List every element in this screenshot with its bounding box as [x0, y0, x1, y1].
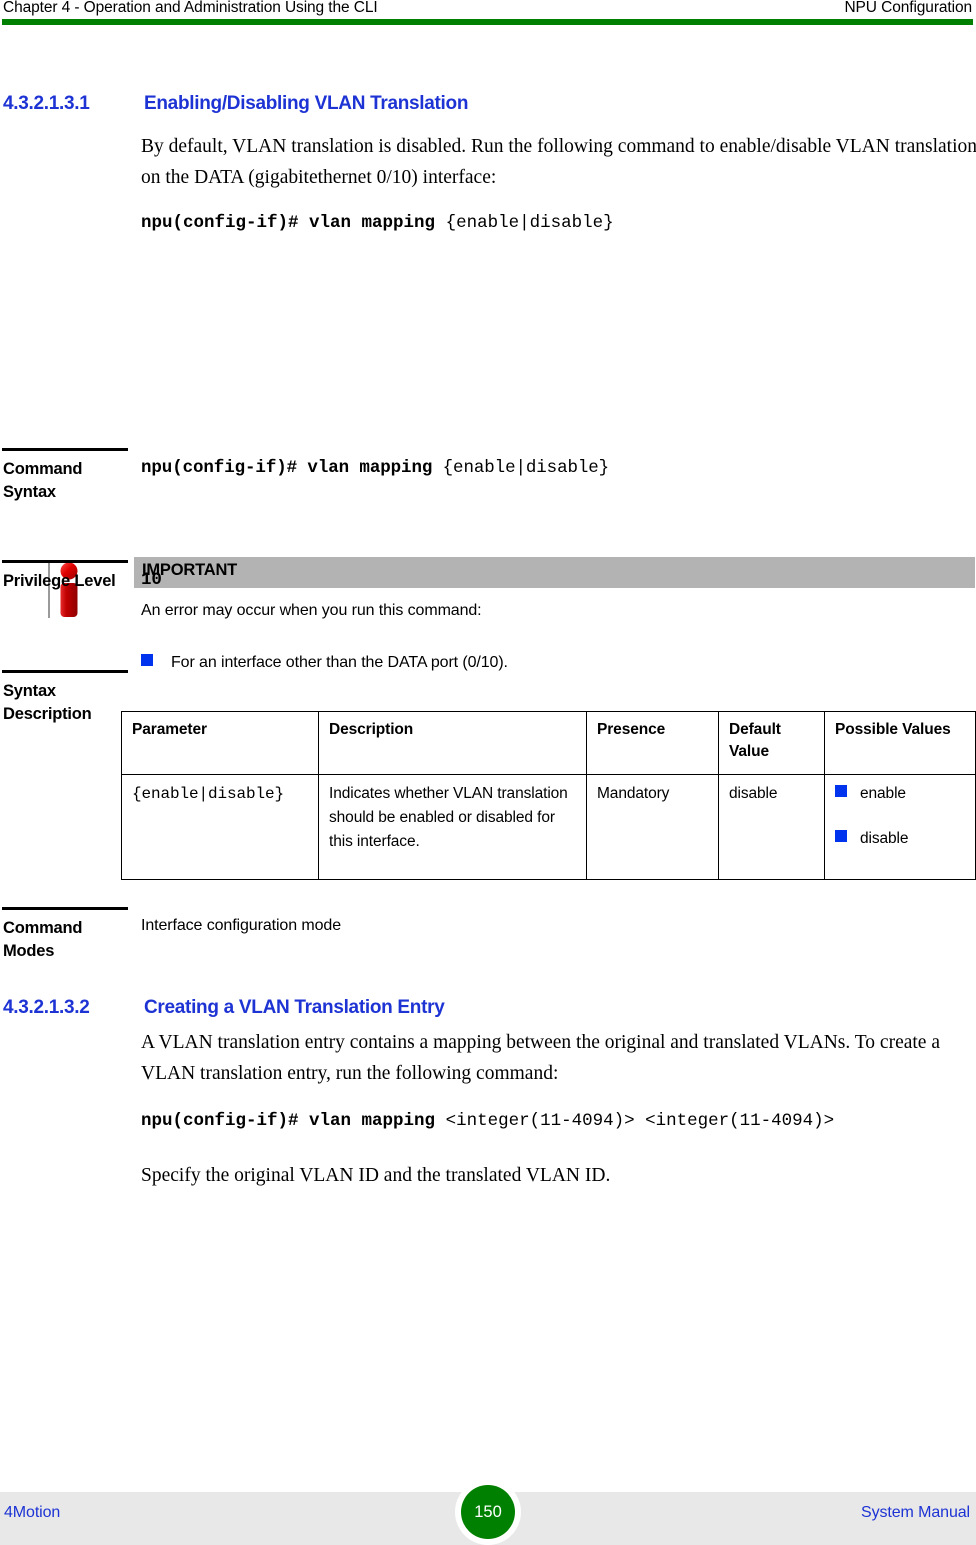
field-label-privilege-level: Privilege Level [3, 572, 116, 590]
section-2-closing-paragraph: Specify the original VLAN ID and the tra… [141, 1165, 611, 1186]
field-top-rule [2, 670, 128, 673]
field-label-syntax-description: Syntax Description [3, 682, 92, 723]
field-label-command-syntax: Command Syntax [3, 460, 83, 501]
column-header-possible-values: Possible Values [824, 711, 976, 775]
table-header-row: Parameter Description Presence Default V… [121, 711, 976, 775]
header-chapter-title: Chapter 4 - Operation and Administration… [3, 0, 378, 16]
section-heading-4-3-2-1-3-1: 4.3.2.1.3.1 Enabling/Disabling VLAN Tran… [3, 93, 903, 119]
cell-parameter: {enable|disable} [121, 774, 319, 880]
section-1-paragraph: By default, VLAN translation is disabled… [141, 136, 976, 188]
section-number: 4.3.2.1.3.1 [3, 93, 90, 114]
column-header-default-value: Default Value [718, 711, 825, 775]
page-number-badge: 150 [455, 1479, 521, 1545]
section-number: 4.3.2.1.3.2 [3, 997, 90, 1018]
field-label-command-modes: Command Modes [3, 919, 83, 960]
field-privilege-level: Privilege Level 10 [0, 560, 976, 663]
header-divider-rule [2, 19, 973, 25]
possible-value-item: enable [835, 782, 966, 806]
command-prompt-bold: npu(config-if)# vlan mapping [141, 458, 443, 478]
cell-possible-values: enable disable [824, 774, 976, 880]
possible-value-label: enable [860, 785, 906, 802]
footer-product-name: 4Motion [4, 1504, 61, 1521]
important-callout: IMPORTANT An error may occur when you ru… [0, 275, 976, 671]
page-footer: 4Motion 150 System Manual [0, 1479, 976, 1545]
section-title: Creating a VLAN Translation Entry [144, 997, 445, 1018]
command-args: <integer(11-4094)> <integer(11-4094)> [445, 1111, 835, 1131]
blue-square-bullet-icon [835, 830, 847, 842]
page-header: Chapter 4 - Operation and Administration… [0, 0, 976, 26]
command-args: {enable|disable} [442, 458, 610, 478]
command-args: {enable|disable} [445, 213, 614, 233]
page-number: 150 [461, 1485, 515, 1539]
section-1-command-line: npu(config-if)# vlan mapping {enable|dis… [141, 213, 614, 233]
field-value-command-syntax: npu(config-if)# vlan mapping {enable|dis… [141, 458, 609, 478]
field-value-privilege-level: 10 [141, 570, 162, 590]
syntax-description-table: Parameter Description Presence Default V… [121, 711, 976, 880]
section-heading-4-3-2-1-3-2: 4.3.2.1.3.2 Creating a VLAN Translation … [3, 997, 903, 1023]
section-2-command-line: npu(config-if)# vlan mapping <integer(11… [141, 1111, 834, 1131]
footer-document-type: System Manual [861, 1504, 970, 1521]
table-row: {enable|disable} Indicates whether VLAN … [121, 774, 976, 880]
command-prompt-bold: npu(config-if)# vlan mapping [141, 213, 446, 233]
field-top-rule [2, 448, 128, 451]
column-header-description: Description [318, 711, 587, 775]
possible-value-item: disable [835, 827, 966, 851]
cell-default-value: disable [718, 774, 825, 880]
column-header-parameter: Parameter [121, 711, 319, 775]
field-command-syntax: Command Syntax npu(config-if)# vlan mapp… [0, 448, 976, 553]
blue-square-bullet-icon [835, 785, 847, 797]
header-section-title: NPU Configuration [844, 0, 972, 16]
cell-presence: Mandatory [586, 774, 719, 880]
cell-description: Indicates whether VLAN translation shoul… [318, 774, 587, 880]
field-top-rule [2, 907, 128, 910]
field-command-modes: Command Modes Interface configuration mo… [0, 907, 976, 977]
section-title: Enabling/Disabling VLAN Translation [144, 93, 469, 114]
field-top-rule [2, 560, 128, 563]
section-2-paragraph: A VLAN translation entry contains a mapp… [141, 1032, 940, 1084]
command-prompt-bold: npu(config-if)# vlan mapping [141, 1111, 446, 1131]
column-header-presence: Presence [586, 711, 719, 775]
field-value-command-modes: Interface configuration mode [141, 917, 341, 934]
possible-value-label: disable [860, 830, 909, 847]
